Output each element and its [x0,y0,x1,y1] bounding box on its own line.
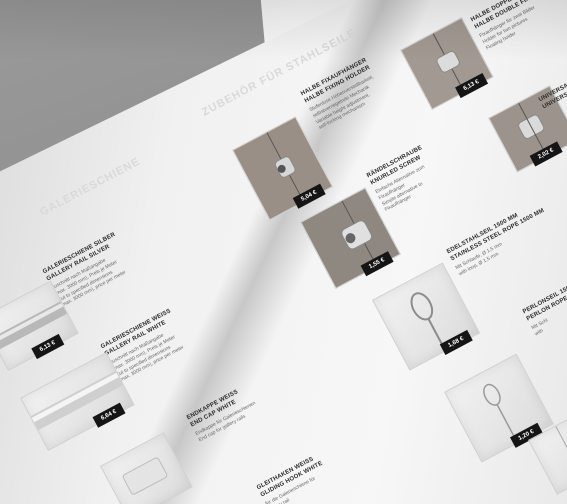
catalog-photo: GALERIESCHIENE GALERIESCHIENE SILBER GAL… [0,0,567,504]
